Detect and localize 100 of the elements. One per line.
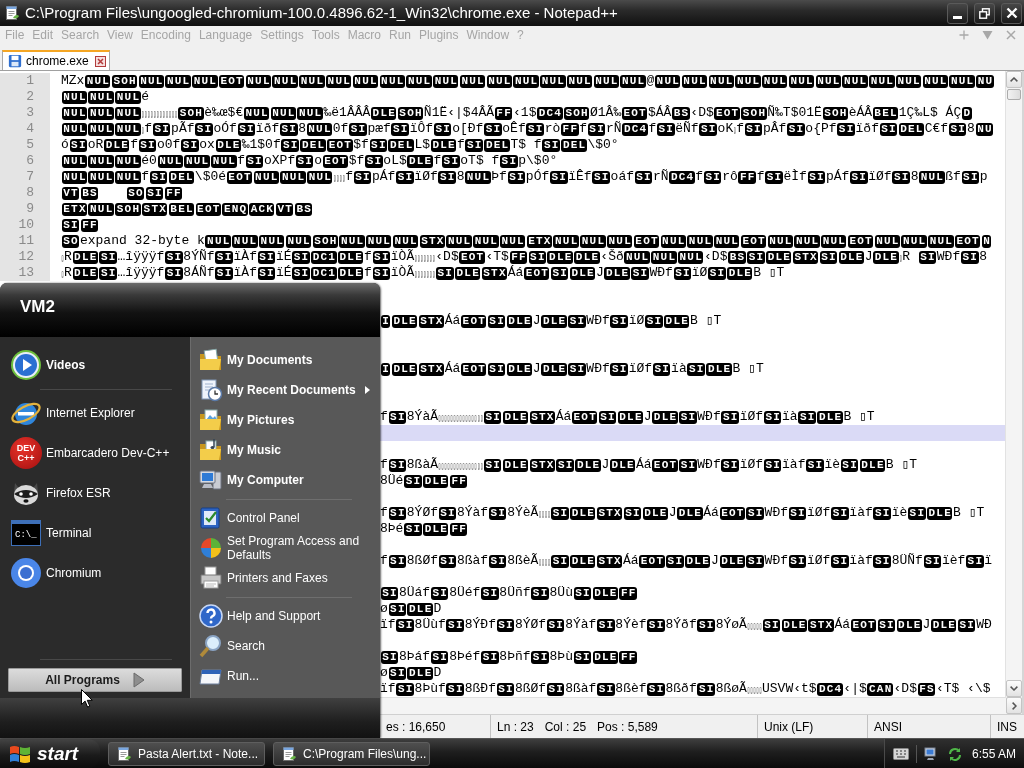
control-char: BEL	[168, 202, 195, 216]
place-item[interactable]: My Pictures	[191, 405, 380, 435]
place-item[interactable]: My Recent Documents	[191, 375, 380, 405]
file-tab[interactable]: chrome.exe	[2, 50, 110, 70]
control-char: SI	[849, 170, 868, 184]
scroll-up-button[interactable]	[1006, 71, 1022, 88]
control-char: DLE	[575, 458, 601, 472]
control-char: SI	[435, 266, 454, 280]
control-char: SI	[873, 554, 891, 568]
control-char: NUL	[297, 106, 323, 120]
control-char: FF	[494, 106, 513, 120]
control-char: DLE	[423, 474, 449, 488]
colorful-ball-icon	[199, 536, 223, 560]
control-char: SI	[487, 362, 506, 376]
vertical-scrollbar[interactable]	[1005, 71, 1024, 697]
code-text: 8ßÐf	[464, 681, 496, 697]
place-item[interactable]: My Documents	[191, 345, 380, 375]
control-char: SI	[568, 362, 586, 376]
place-item[interactable]: Printers and Faxes	[191, 563, 380, 593]
help-icon	[199, 604, 223, 628]
control-char: SI	[961, 170, 980, 184]
control-char: NU	[975, 122, 994, 136]
control-char: STX	[596, 506, 623, 520]
control-char: SI	[762, 618, 781, 632]
code-text: ïØf	[628, 361, 653, 377]
scroll-down-button[interactable]	[1006, 680, 1022, 697]
place-item[interactable]: Control Panel	[191, 503, 380, 533]
code-text: ‹T$	[485, 249, 509, 265]
plus-icon	[959, 30, 969, 40]
code-text: 8	[979, 249, 987, 265]
document-clock-icon	[199, 378, 223, 402]
scrollbar-thumb[interactable]	[1007, 89, 1021, 100]
control-char: NUL	[61, 170, 88, 184]
control-char: NUL	[138, 74, 164, 88]
program-item[interactable]: Chromium	[0, 553, 190, 593]
control-char: SI	[763, 410, 782, 424]
horizontal-scrollbar[interactable]	[380, 697, 1006, 714]
code-text: $ÁÂ	[647, 105, 672, 121]
code-text: o[Ðf	[452, 121, 484, 137]
taskbar-button[interactable]: C:\Program Files\ung...	[273, 741, 430, 766]
minimize-button[interactable]	[947, 2, 968, 24]
program-item[interactable]: Videos	[0, 343, 190, 387]
code-text: f	[237, 153, 245, 169]
control-char: SI	[908, 506, 926, 520]
code-text: 8Þé	[380, 521, 404, 537]
program-item[interactable]: Internet Explorer	[0, 393, 190, 433]
taskbar-button[interactable]: Pasta Alert.txt - Note...	[108, 741, 265, 766]
control-char: EOT	[461, 362, 487, 376]
program-item[interactable]: C:\_ Terminal	[0, 513, 190, 553]
code-text: p\$0°	[518, 153, 558, 169]
code-text: 8Þñf	[499, 649, 531, 665]
code-text: Áá	[635, 457, 652, 473]
unprintable-chars: ▯▯▯▯▯▯▯	[414, 267, 436, 279]
control-char: SI	[806, 458, 824, 472]
control-char: DLE	[859, 458, 886, 472]
code-text: ó	[61, 137, 69, 153]
control-char: NUL	[352, 74, 379, 88]
control-char: SI	[215, 250, 233, 264]
control-char: SI	[237, 122, 256, 136]
control-char: SI	[353, 170, 372, 184]
control-char: SI	[708, 266, 726, 280]
control-char: NUL	[681, 74, 708, 88]
code-text: oT$ f	[460, 153, 500, 169]
place-item[interactable]: Set Program Access and Defaults	[191, 533, 380, 563]
control-char: EOT	[740, 234, 767, 248]
program-item[interactable]: DEV C++ Embarcadero Dev-C++	[0, 433, 190, 473]
control-char: DLE	[570, 554, 596, 568]
clock[interactable]: 6:55 AM	[971, 746, 1016, 761]
scroll-right-button[interactable]	[1006, 697, 1022, 714]
control-char: DLE	[604, 266, 630, 280]
place-item[interactable]: Search	[191, 631, 380, 661]
control-char: SOH	[563, 106, 590, 120]
program-item[interactable]: Firefox ESR	[0, 473, 190, 513]
control-char: DLE	[547, 250, 573, 264]
code-text: expand 32-byte k	[79, 233, 205, 249]
place-item[interactable]: Run...	[191, 661, 380, 691]
tab-close-button[interactable]	[94, 55, 106, 67]
control-char: SI	[746, 506, 764, 520]
control-char: DLE	[592, 650, 618, 664]
control-char: DLE	[609, 458, 636, 472]
all-programs-button[interactable]: All Programs	[8, 668, 182, 692]
code-text: rò	[544, 121, 561, 137]
code-text: 8ÝàÃ	[406, 409, 438, 425]
unprintable-chars: ▯	[61, 267, 64, 279]
control-char: SOH	[397, 106, 424, 120]
place-item[interactable]: My Computer	[191, 465, 380, 495]
control-char: NUL	[115, 154, 141, 168]
control-char: SI	[446, 682, 465, 696]
control-char: SI	[556, 458, 574, 472]
control-char: SI	[438, 170, 456, 184]
place-item[interactable]: Help and Support	[191, 601, 380, 631]
place-item[interactable]: My Music	[191, 435, 380, 465]
code-text: WÐf	[586, 361, 610, 377]
restore-button[interactable]	[974, 2, 995, 24]
close-button[interactable]	[1001, 2, 1022, 24]
control-char: NUL	[869, 74, 895, 88]
control-char: NUL	[465, 170, 491, 184]
code-text: J	[922, 617, 931, 633]
code-text: $f	[348, 153, 365, 169]
code-text: WÐf	[697, 409, 721, 425]
